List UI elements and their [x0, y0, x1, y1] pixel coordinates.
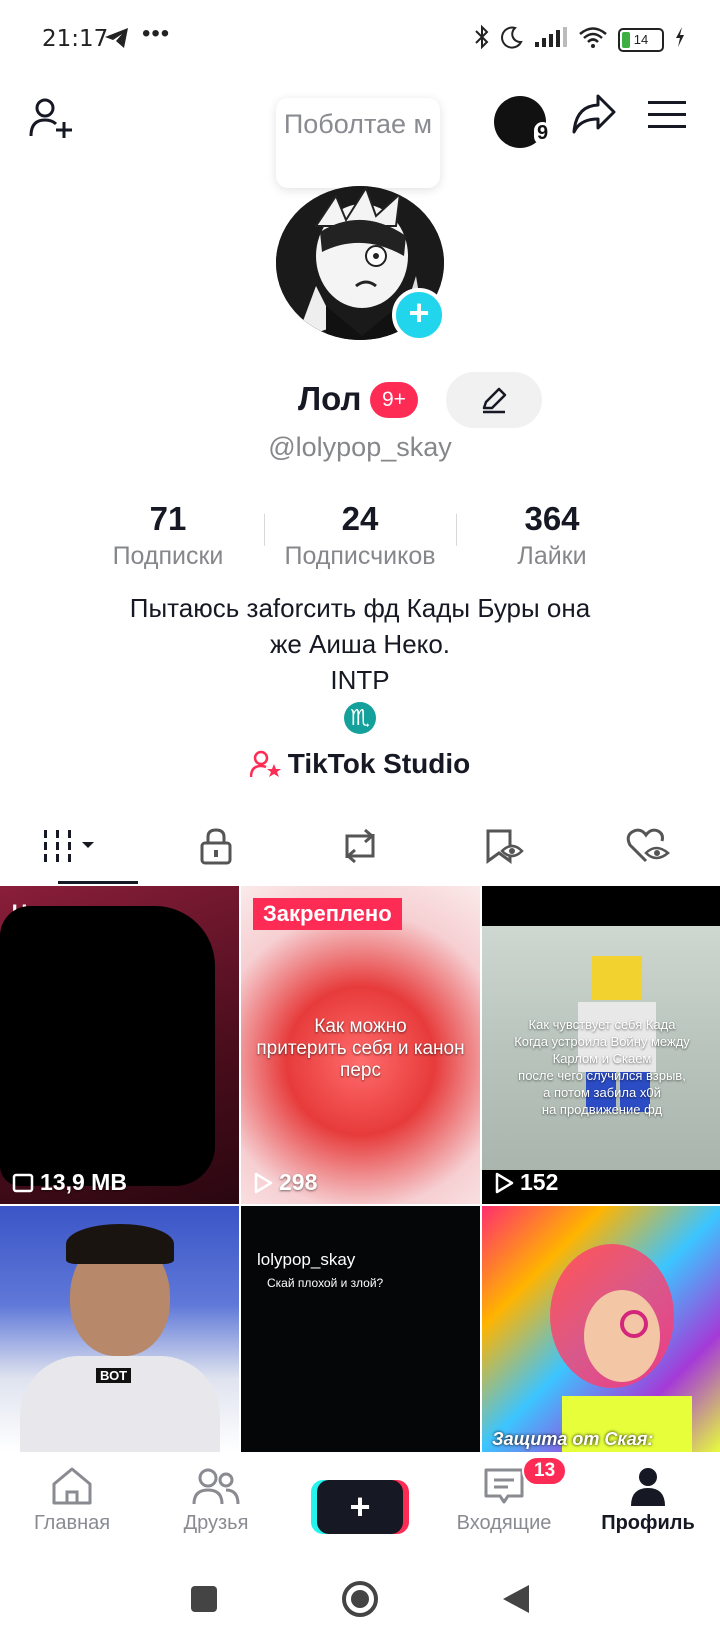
edit-profile-button[interactable]: [446, 372, 542, 428]
bio-line: Пытаюсь заforсить фд Кады Буры она: [129, 593, 591, 623]
video-overlay-text: Скай плохой и злой?: [267, 1276, 384, 1290]
followers-stat[interactable]: 24 Подписчиков: [264, 500, 456, 571]
charging-icon: [674, 26, 686, 53]
tab-private[interactable]: [144, 808, 288, 884]
bookmark-eye-icon: [486, 829, 524, 864]
video-size: 13,9 MB: [12, 1169, 127, 1196]
nav-home[interactable]: Главная: [0, 1452, 144, 1562]
tab-favorites[interactable]: [432, 808, 576, 884]
menu-icon[interactable]: [648, 100, 686, 135]
tiktok-studio-link[interactable]: TikTok Studio: [0, 748, 720, 786]
create-plus-icon: +: [317, 1480, 403, 1534]
creator-star-icon: [249, 749, 282, 786]
video-thumbnail[interactable]: Защита от Ская:: [482, 1206, 720, 1452]
bio-line: INTP: [330, 665, 390, 695]
profile-stats: 71 Подписки 24 Подписчиков 364 Лайки: [72, 500, 648, 571]
video-thumbnail[interactable]: Че 13,9 MB: [0, 886, 239, 1204]
system-navigation: [0, 1562, 720, 1640]
story-count-badge: 9: [534, 122, 552, 145]
video-views: 152: [494, 1169, 558, 1196]
name-row: Лол 9+: [0, 370, 720, 430]
tab-videos[interactable]: [0, 808, 144, 884]
tab-liked[interactable]: [576, 808, 720, 884]
nav-inbox[interactable]: 13 Входящие: [432, 1452, 576, 1562]
share-icon[interactable]: [570, 92, 618, 141]
heart-eye-icon: [626, 828, 670, 863]
bio-line: же Аиша Неко.: [269, 629, 451, 659]
censor-blob: [0, 906, 215, 1186]
signal-icon: [534, 26, 568, 53]
profile-icon: [631, 1468, 665, 1506]
play-icon: [254, 1172, 273, 1193]
home-icon: [52, 1467, 92, 1505]
pinned-badge: Закреплено: [253, 898, 402, 930]
video-caption: Защита от Ская:: [492, 1429, 654, 1449]
inbox-badge: 13: [522, 1456, 568, 1486]
profile-bio: Пытаюсь заforсить фд Кады Буры она же Аи…: [60, 590, 660, 734]
status-time: 21:17: [42, 26, 109, 52]
likes-stat[interactable]: 364 Лайки: [456, 500, 648, 571]
content-tabs: [0, 808, 720, 884]
chat-tooltip[interactable]: Поболтае м: [276, 98, 440, 197]
lock-icon: [200, 828, 232, 865]
status-bar: 21:17 ••• 14: [0, 0, 720, 80]
play-icon: [495, 1172, 514, 1193]
scorpio-zodiac-icon: ♏: [344, 702, 376, 734]
video-thumbnail[interactable]: lolypop_skay Скай плохой и злой?: [241, 1206, 480, 1452]
inbox-icon: [484, 1468, 524, 1504]
pencil-icon: [482, 387, 507, 414]
video-thumbnail[interactable]: Как чувствует себя Када Когда устроила В…: [482, 886, 720, 1204]
recents-square-icon[interactable]: [189, 1584, 219, 1619]
telegram-icon: [104, 26, 130, 55]
video-username: lolypop_skay: [257, 1250, 356, 1269]
tab-reposts[interactable]: [288, 808, 432, 884]
video-overlay-text: ВОТ: [96, 1368, 132, 1383]
bottom-navigation: Главная Друзья + 13 Входящие Профиль: [0, 1452, 720, 1562]
repost-icon: [345, 828, 375, 864]
profile-name: Лол: [298, 380, 362, 417]
video-thumbnail[interactable]: ВОТ: [0, 1206, 239, 1452]
add-photo-button[interactable]: +: [392, 288, 446, 342]
friends-icon: [192, 1468, 240, 1505]
more-notifications-icon: •••: [142, 20, 171, 47]
nav-profile[interactable]: Профиль: [576, 1452, 720, 1562]
video-overlay-text: Как можно притерить себя и канон перс: [256, 1016, 465, 1081]
back-triangle-icon[interactable]: [501, 1583, 531, 1620]
profile-handle: @lolypop_skay: [268, 432, 452, 462]
video-grid: Че 13,9 MB Закреплено Как можно притерит…: [0, 886, 720, 1452]
video-thumbnail[interactable]: Закреплено Как можно притерить себя и ка…: [241, 886, 480, 1204]
following-stat[interactable]: 71 Подписки: [72, 500, 264, 571]
nav-friends[interactable]: Друзья: [144, 1452, 288, 1562]
status-icons: 14: [474, 24, 686, 55]
profile-header: Поболтае м 9: [0, 88, 720, 197]
draft-icon: [12, 1173, 34, 1192]
bluetooth-icon: [474, 24, 490, 55]
video-overlay-text: Как чувствует себя Када Когда устроила В…: [514, 1017, 690, 1117]
battery-icon: 14: [618, 27, 664, 52]
notification-badge[interactable]: 9+: [370, 382, 418, 418]
wifi-icon: [578, 26, 608, 53]
home-circle-icon[interactable]: [341, 1580, 379, 1623]
do-not-disturb-moon-icon: [500, 25, 524, 54]
videos-grid-icon: [44, 830, 94, 862]
video-views: 298: [253, 1169, 317, 1196]
add-friend-icon[interactable]: [28, 94, 76, 147]
nav-create[interactable]: +: [288, 1452, 432, 1562]
